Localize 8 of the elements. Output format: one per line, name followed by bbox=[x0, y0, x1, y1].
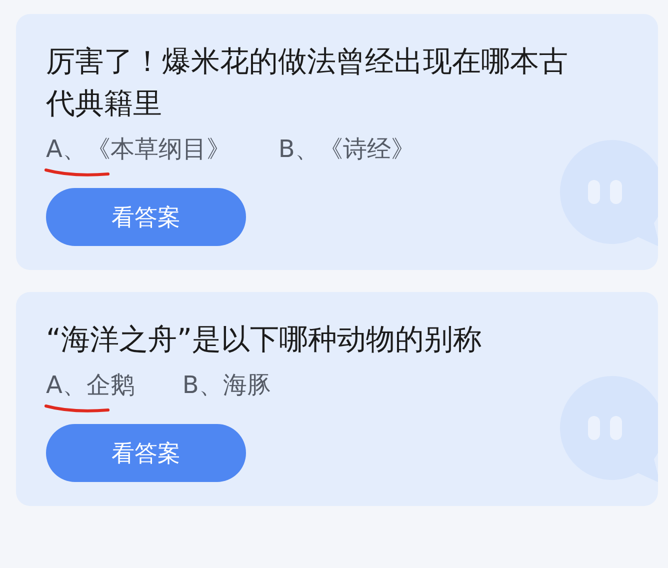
question-text: 厉害了！爆米花的做法曾经出现在哪本古代典籍里 bbox=[46, 43, 569, 122]
question-text: “海洋之舟”是以下哪种动物的别称 bbox=[46, 321, 484, 358]
show-answer-button[interactable]: 看答案 bbox=[46, 188, 246, 246]
answer-option: A、《本草纲目》 bbox=[46, 132, 230, 178]
answer-option: A、企鹅 bbox=[46, 368, 134, 414]
answer-option: B、海豚 bbox=[182, 368, 271, 414]
answer-option: B、《诗经》 bbox=[278, 132, 415, 178]
show-answer-button[interactable]: 看答案 bbox=[46, 424, 246, 482]
